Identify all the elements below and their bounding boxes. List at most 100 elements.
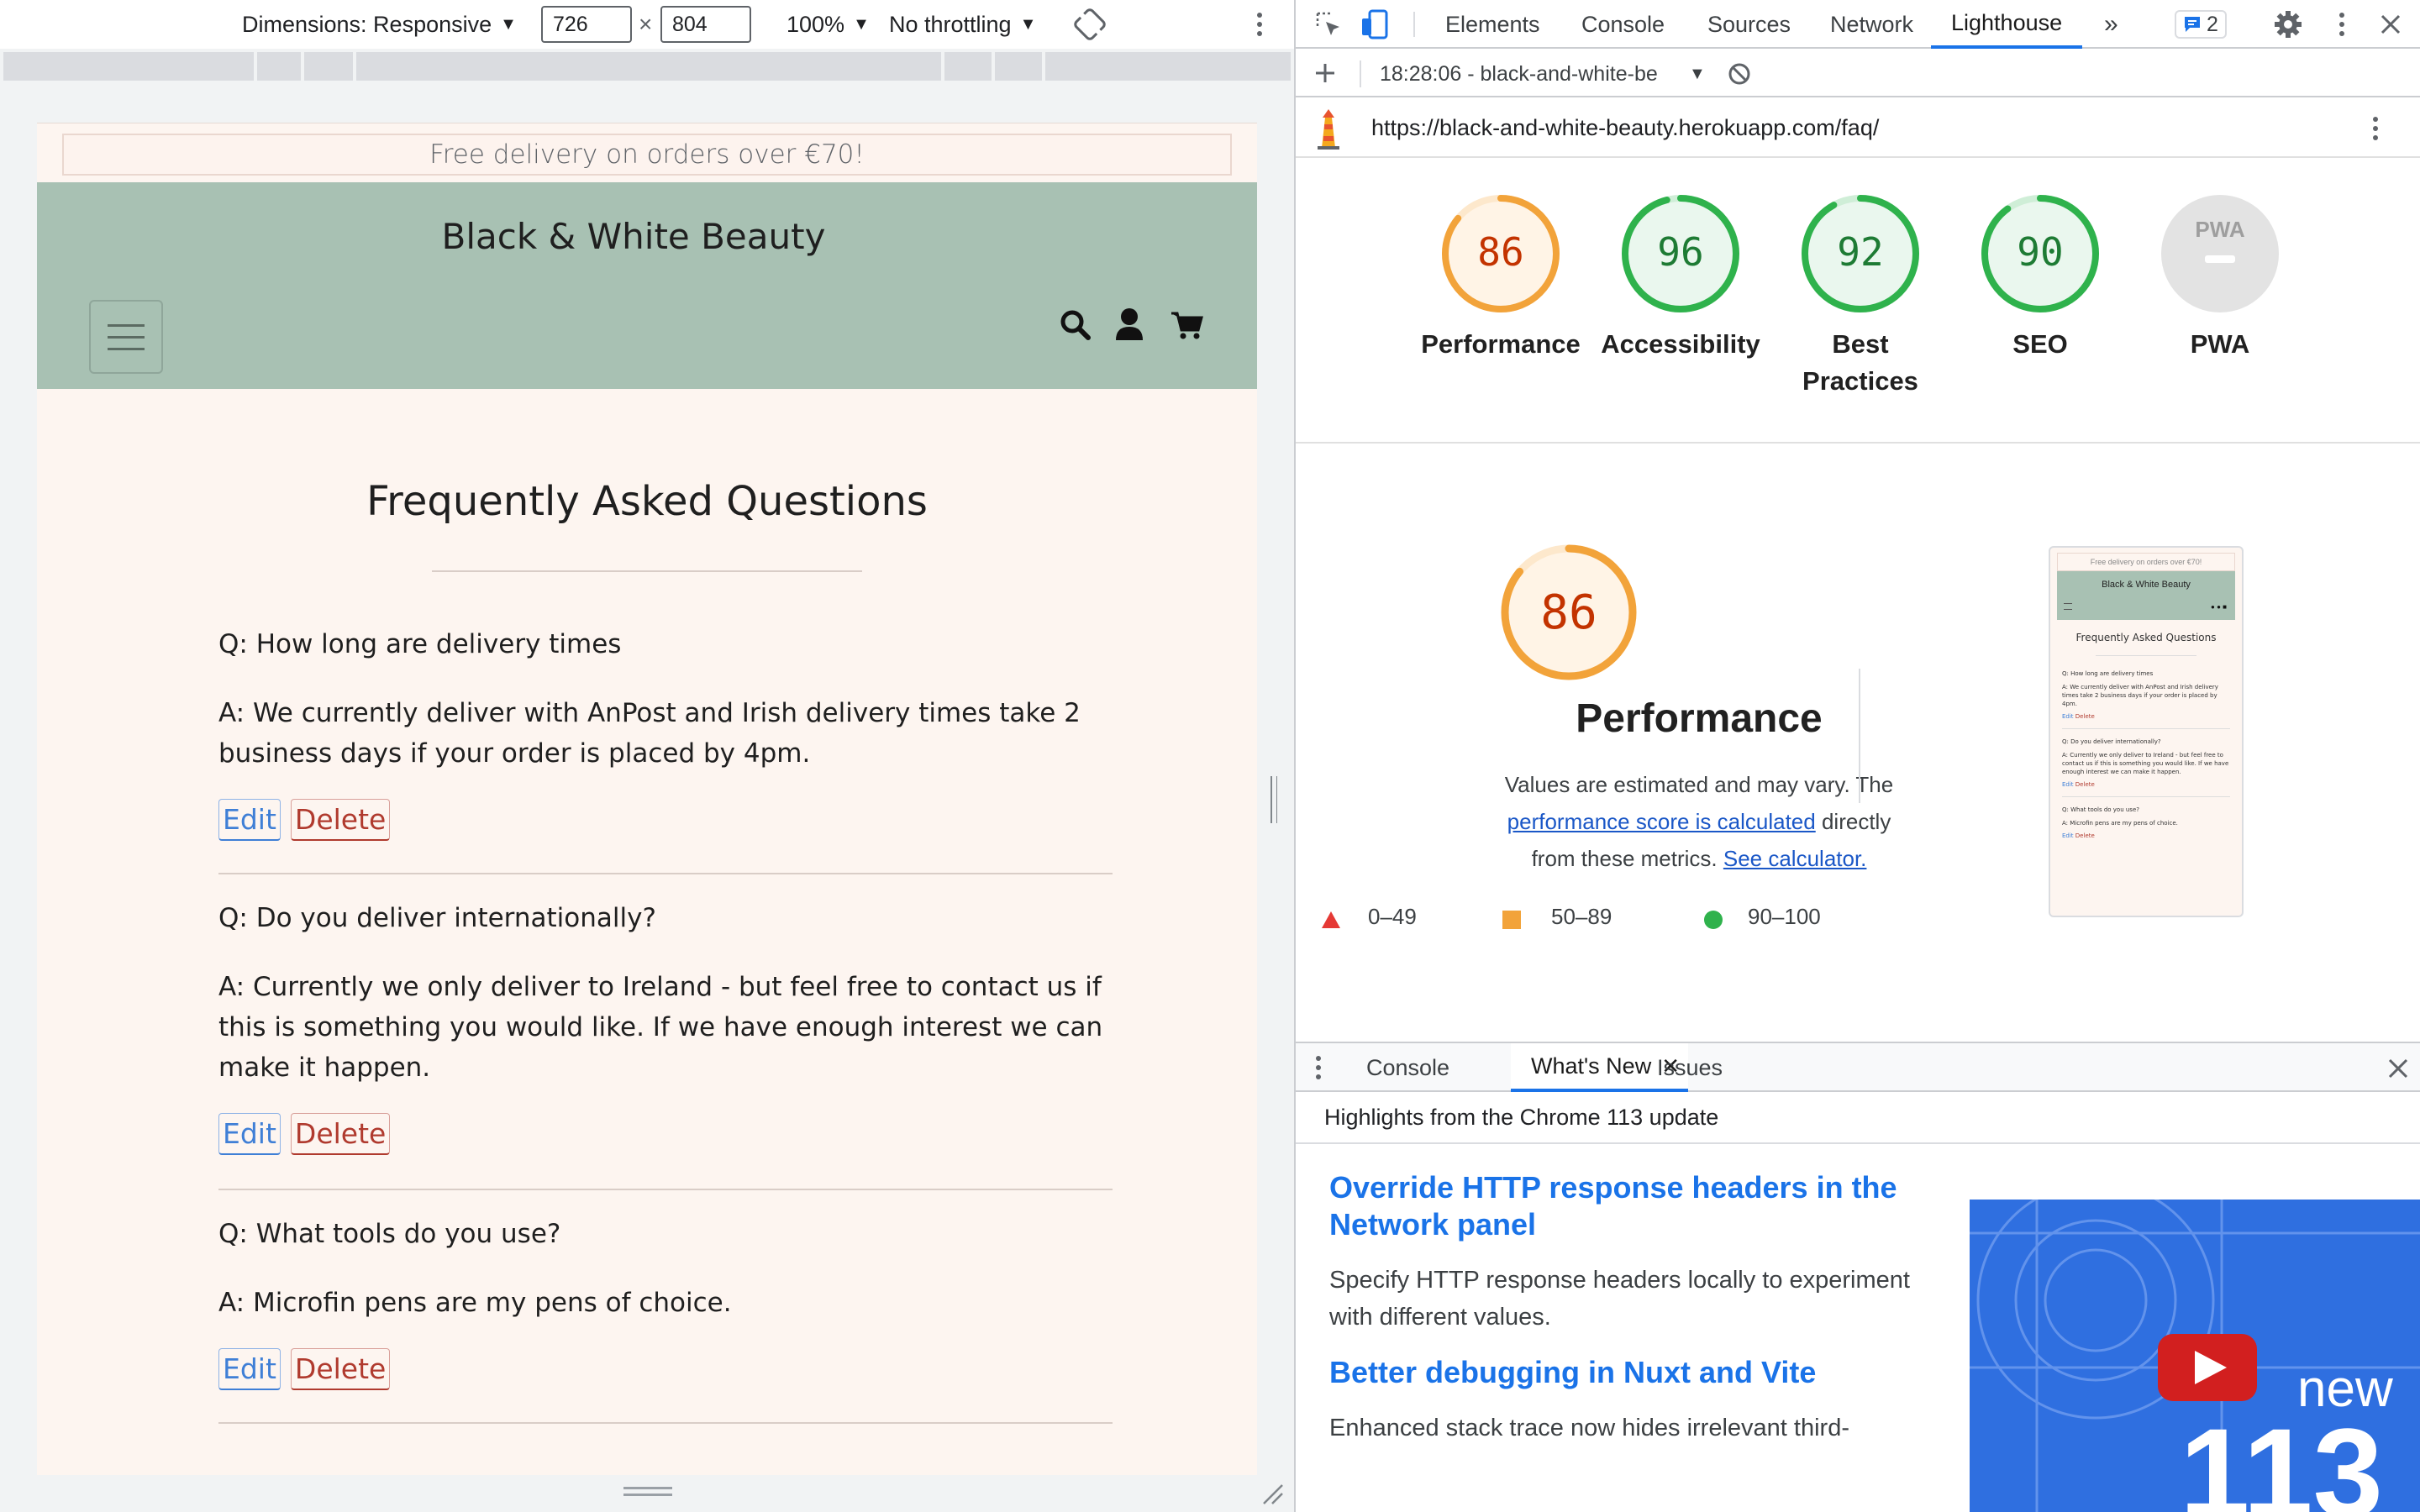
thumb-question: Q: What tools do you use? xyxy=(2062,806,2139,813)
device-toolbar: Dimensions: Responsive ▼ 726 × 804 100% … xyxy=(0,0,1294,49)
more-vertical-icon[interactable] xyxy=(2371,116,2380,141)
site-brand[interactable]: Black & White Beauty xyxy=(37,216,1230,257)
thumb-edit: Edit xyxy=(2062,713,2074,720)
faq-question: Q: Do you deliver internationally? xyxy=(218,903,656,933)
devtools-tabbar: Elements Console Sources Network Lightho… xyxy=(1296,0,2420,49)
drawer-tab-label: What's New xyxy=(1531,1053,1652,1079)
media-query-bar[interactable] xyxy=(3,52,1291,81)
faq-answer: A: Microfin pens are my pens of choice. xyxy=(218,1288,732,1318)
delete-button[interactable]: Delete xyxy=(290,1348,391,1390)
tab-network[interactable]: Network xyxy=(1830,0,1913,49)
more-vertical-icon[interactable] xyxy=(2338,12,2346,37)
tab-console[interactable]: Console xyxy=(1581,0,1665,49)
edit-button[interactable]: Edit xyxy=(218,1113,281,1155)
thumb-banner: Free delivery on orders over €70! xyxy=(2057,553,2235,571)
dimensions-label: Dimensions: Responsive xyxy=(242,11,492,37)
site-header: Black & White Beauty xyxy=(37,182,1257,389)
see-calculator-link[interactable]: See calculator. xyxy=(1723,846,1867,871)
edit-button[interactable]: Edit xyxy=(218,799,281,841)
zoom-label: 100% xyxy=(786,11,845,37)
caret-down-icon: ▼ xyxy=(500,14,517,34)
thumb-edit: Edit xyxy=(2062,781,2074,788)
dimensions-dropdown[interactable]: Dimensions: Responsive ▼ xyxy=(242,0,517,49)
whats-new-item-title[interactable]: Better debugging in Nuxt and Vite xyxy=(1329,1354,1951,1391)
drawer-tabbar: Console What's New ✕ Issues xyxy=(1296,1043,2420,1092)
times-symbol: × xyxy=(639,11,653,37)
search-icon[interactable] xyxy=(1059,307,1092,344)
title-divider xyxy=(432,570,862,572)
clear-block-icon[interactable] xyxy=(1728,62,1751,86)
thumb-content: Frequently Asked Questions Q: How long a… xyxy=(2050,620,2242,839)
perf-gauge: 86 xyxy=(1501,544,1637,680)
faq-divider xyxy=(218,1422,1113,1424)
audited-url: https://black-and-white-beauty.herokuapp… xyxy=(1371,114,1880,140)
device-emulation-pane: Dimensions: Responsive ▼ 726 × 804 100% … xyxy=(0,0,1294,1512)
whats-new-item-title[interactable]: Override HTTP response headers in the Ne… xyxy=(1329,1169,1951,1243)
faq-divider xyxy=(218,1189,1113,1190)
thumb-header: Black & White Beauty ● ● ■ xyxy=(2057,571,2235,620)
tab-sources[interactable]: Sources xyxy=(1707,0,1791,49)
whats-new-item-desc: Enhanced stack trace now hides irrelevan… xyxy=(1329,1415,1849,1441)
rotate-icon xyxy=(1071,6,1108,43)
account-icon[interactable] xyxy=(1114,307,1144,344)
throttle-dropdown[interactable]: No throttling ▼ xyxy=(889,0,1036,49)
gauge-performance[interactable]: 86 Performance xyxy=(1417,192,1585,363)
settings-gear-icon[interactable] xyxy=(2274,10,2302,39)
pwa-badge-icon: PWA xyxy=(2161,195,2279,312)
rotate-button[interactable] xyxy=(1071,0,1108,49)
issues-icon xyxy=(2185,17,2200,32)
perf-score-link[interactable]: performance score is calculated xyxy=(1507,809,1816,834)
device-toolbar-toggle-icon[interactable] xyxy=(1360,8,1392,40)
plus-icon[interactable] xyxy=(1314,62,1336,84)
page-screenshot-thumbnail[interactable]: Free delivery on orders over €70! Black … xyxy=(2049,546,2244,917)
caret-down-icon: ▼ xyxy=(1689,64,1706,83)
gauge-seo[interactable]: 90 SEO xyxy=(1956,192,2124,363)
section-divider xyxy=(1859,669,1860,803)
cart-icon[interactable] xyxy=(1170,307,1203,344)
width-input[interactable]: 726 xyxy=(541,6,632,43)
faq-question: Q: What tools do you use? xyxy=(218,1219,561,1249)
page-title: Frequently Asked Questions xyxy=(366,478,928,525)
drawer-tab-issues[interactable]: Issues xyxy=(1657,1043,1723,1092)
chrome-113-video-banner[interactable]: new 113 xyxy=(1970,1200,2420,1512)
delete-button[interactable]: Delete xyxy=(290,1113,391,1155)
height-input[interactable]: 804 xyxy=(660,6,751,43)
devtools-panel: Elements Console Sources Network Lightho… xyxy=(1294,0,2420,1512)
issues-badge[interactable]: 2 xyxy=(2175,10,2227,39)
more-vertical-icon[interactable] xyxy=(1255,0,1264,49)
gauge-label: Best Practices xyxy=(1802,329,1918,396)
issues-count: 2 xyxy=(2207,12,2218,36)
zoom-dropdown[interactable]: 100% ▼ xyxy=(786,0,870,49)
tab-elements[interactable]: Elements xyxy=(1445,0,1540,49)
delete-button[interactable]: Delete xyxy=(290,799,391,841)
height-resize-handle[interactable] xyxy=(623,1487,672,1497)
perf-score: 86 xyxy=(1540,585,1597,640)
thumb-answer: A: Currently we only deliver to Ireland … xyxy=(2062,752,2229,775)
edit-button[interactable]: Edit xyxy=(218,1348,281,1390)
score-gauges: 86 Performance 96 Accessibility 92 Best xyxy=(1296,158,2420,444)
pwa-badge-text: PWA xyxy=(2195,217,2244,242)
gauge-score: 90 xyxy=(2017,229,2063,275)
gauge-label: Performance xyxy=(1421,329,1581,359)
gauge-best-practices[interactable]: 92 Best Practices xyxy=(1776,192,1944,400)
faq-divider xyxy=(218,873,1113,874)
gauge-accessibility[interactable]: 96 Accessibility xyxy=(1597,192,1765,363)
devtools-drawer: Console What's New ✕ Issues Highlights f… xyxy=(1296,1042,2420,1512)
corner-resize-handle[interactable] xyxy=(1260,1482,1284,1505)
thumb-answer: A: Microfin pens are my pens of choice. xyxy=(2062,820,2178,827)
thumb-question: Q: Do you deliver internationally? xyxy=(2062,738,2161,745)
drawer-tab-console[interactable]: Console xyxy=(1366,1043,1449,1092)
score-legend: 0–49 50–89 90–100 xyxy=(1321,904,1909,937)
report-selector[interactable]: 18:28:06 - black-and-white-be ▼ xyxy=(1380,50,1706,97)
close-icon[interactable] xyxy=(2380,13,2402,35)
whats-new-item-desc: Specify HTTP response headers locally to… xyxy=(1329,1267,1910,1331)
caret-down-icon: ▼ xyxy=(853,14,870,34)
close-drawer-icon[interactable] xyxy=(2388,1058,2408,1079)
gauge-pwa[interactable]: PWA PWA xyxy=(2136,192,2304,363)
more-tabs-icon[interactable]: » xyxy=(2104,0,2118,49)
tab-lighthouse[interactable]: Lighthouse xyxy=(1931,0,2083,49)
inspect-element-icon[interactable] xyxy=(1314,10,1343,39)
width-resize-handle[interactable] xyxy=(1270,776,1277,823)
drawer-menu-icon[interactable] xyxy=(1314,1055,1323,1080)
hamburger-menu-icon[interactable] xyxy=(89,300,163,374)
